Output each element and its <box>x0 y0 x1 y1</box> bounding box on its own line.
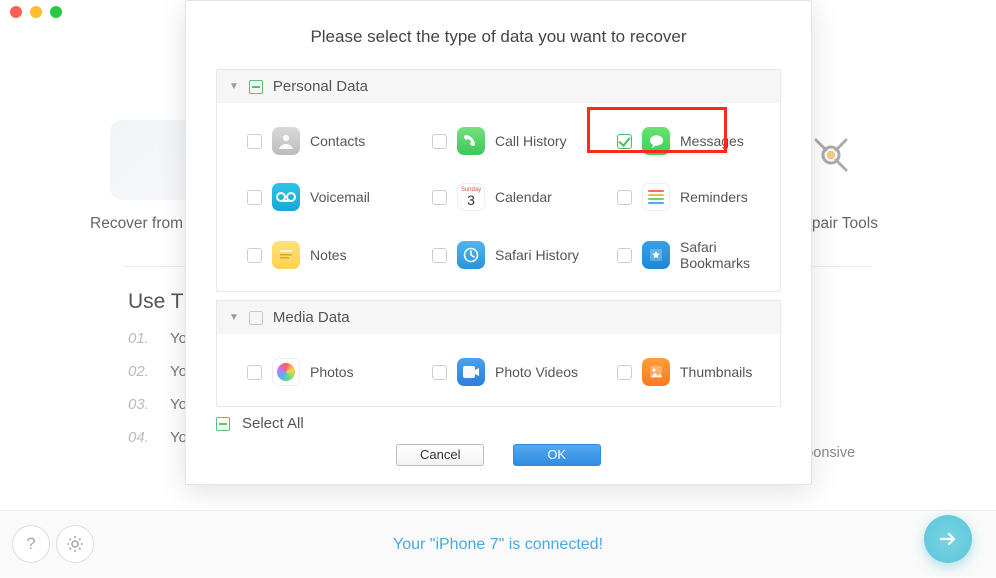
select-all-row[interactable]: Select All <box>216 415 781 432</box>
item-calendar[interactable]: Sunday3 Calendar <box>406 169 591 225</box>
checkbox[interactable] <box>247 134 262 149</box>
personal-data-header[interactable]: ▼ Personal Data <box>217 70 780 103</box>
media-data-header[interactable]: ▼ Media Data <box>217 301 780 334</box>
item-label: Photo Videos <box>495 364 578 380</box>
phone-icon <box>457 127 485 155</box>
section-checkbox[interactable] <box>249 311 263 325</box>
safari-history-icon <box>457 241 485 269</box>
item-label: Voicemail <box>310 189 370 205</box>
chevron-down-icon: ▼ <box>229 312 239 323</box>
select-data-type-modal: Please select the type of data you want … <box>185 0 812 485</box>
item-thumbnails[interactable]: Thumbnails <box>591 344 776 400</box>
item-messages[interactable]: Messages <box>591 113 776 169</box>
item-label: Thumbnails <box>680 364 752 380</box>
item-label: Contacts <box>310 133 365 149</box>
item-contacts[interactable]: Contacts <box>221 113 406 169</box>
item-safari-history[interactable]: Safari History <box>406 225 591 285</box>
step-number: 04. <box>128 429 160 446</box>
item-photo-videos[interactable]: Photo Videos <box>406 344 591 400</box>
section-checkbox-indeterminate[interactable] <box>249 80 263 94</box>
cancel-button[interactable]: Cancel <box>396 444 484 466</box>
personal-data-section: ▼ Personal Data Contacts Call History Me… <box>216 69 781 292</box>
step-number: 01. <box>128 330 160 347</box>
help-button[interactable]: ? <box>12 525 50 563</box>
item-label: Safari History <box>495 247 579 263</box>
checkbox[interactable] <box>432 190 447 205</box>
item-photos[interactable]: Photos <box>221 344 406 400</box>
section-header-label: Media Data <box>273 309 350 326</box>
safari-bookmarks-icon <box>642 241 670 269</box>
settings-button[interactable] <box>56 525 94 563</box>
thumbnails-icon <box>642 358 670 386</box>
item-safari-bookmarks[interactable]: Safari Bookmarks <box>591 225 776 285</box>
photo-videos-icon <box>457 358 485 386</box>
checkbox[interactable] <box>247 248 262 263</box>
section-header-label: Personal Data <box>273 78 368 95</box>
reminders-icon <box>642 183 670 211</box>
item-label: Photos <box>310 364 354 380</box>
item-reminders[interactable]: Reminders <box>591 169 776 225</box>
repair-tools-icon <box>806 130 856 180</box>
item-label: Calendar <box>495 189 552 205</box>
gear-icon <box>66 535 84 553</box>
modal-title: Please select the type of data you want … <box>186 1 811 69</box>
checkbox[interactable] <box>432 365 447 380</box>
checkbox[interactable] <box>247 365 262 380</box>
calendar-icon: Sunday3 <box>457 183 485 211</box>
select-all-label: Select All <box>242 415 304 432</box>
notes-icon <box>272 241 300 269</box>
select-all-checkbox-indeterminate[interactable] <box>216 417 230 431</box>
checkbox[interactable] <box>617 365 632 380</box>
item-call-history[interactable]: Call History <box>406 113 591 169</box>
contacts-icon <box>272 127 300 155</box>
checkbox[interactable] <box>432 248 447 263</box>
item-notes[interactable]: Notes <box>221 225 406 285</box>
connection-status: Your "iPhone 7" is connected! <box>0 511 996 578</box>
repair-tools-label: epair Tools <box>803 215 878 233</box>
checkbox[interactable] <box>617 190 632 205</box>
checkbox[interactable] <box>247 190 262 205</box>
item-label: Safari Bookmarks <box>680 239 766 271</box>
voicemail-icon <box>272 183 300 211</box>
chevron-down-icon: ▼ <box>229 81 239 92</box>
photos-icon <box>272 358 300 386</box>
media-data-section: ▼ Media Data Photos Photo Videos Thumbna… <box>216 300 781 407</box>
item-label: Notes <box>310 247 347 263</box>
checkbox-checked[interactable] <box>617 134 632 149</box>
item-label: Messages <box>680 133 744 149</box>
next-button[interactable] <box>924 515 972 563</box>
step-number: 03. <box>128 396 160 413</box>
messages-icon <box>642 127 670 155</box>
item-voicemail[interactable]: Voicemail <box>221 169 406 225</box>
item-label: Call History <box>495 133 567 149</box>
ok-button[interactable]: OK <box>513 444 601 466</box>
arrow-right-icon <box>937 528 959 550</box>
question-icon: ? <box>26 534 35 554</box>
step-number: 02. <box>128 363 160 380</box>
checkbox[interactable] <box>432 134 447 149</box>
checkbox[interactable] <box>617 248 632 263</box>
footer-bar: ? Your "iPhone 7" is connected! <box>0 510 996 577</box>
item-label: Reminders <box>680 189 748 205</box>
